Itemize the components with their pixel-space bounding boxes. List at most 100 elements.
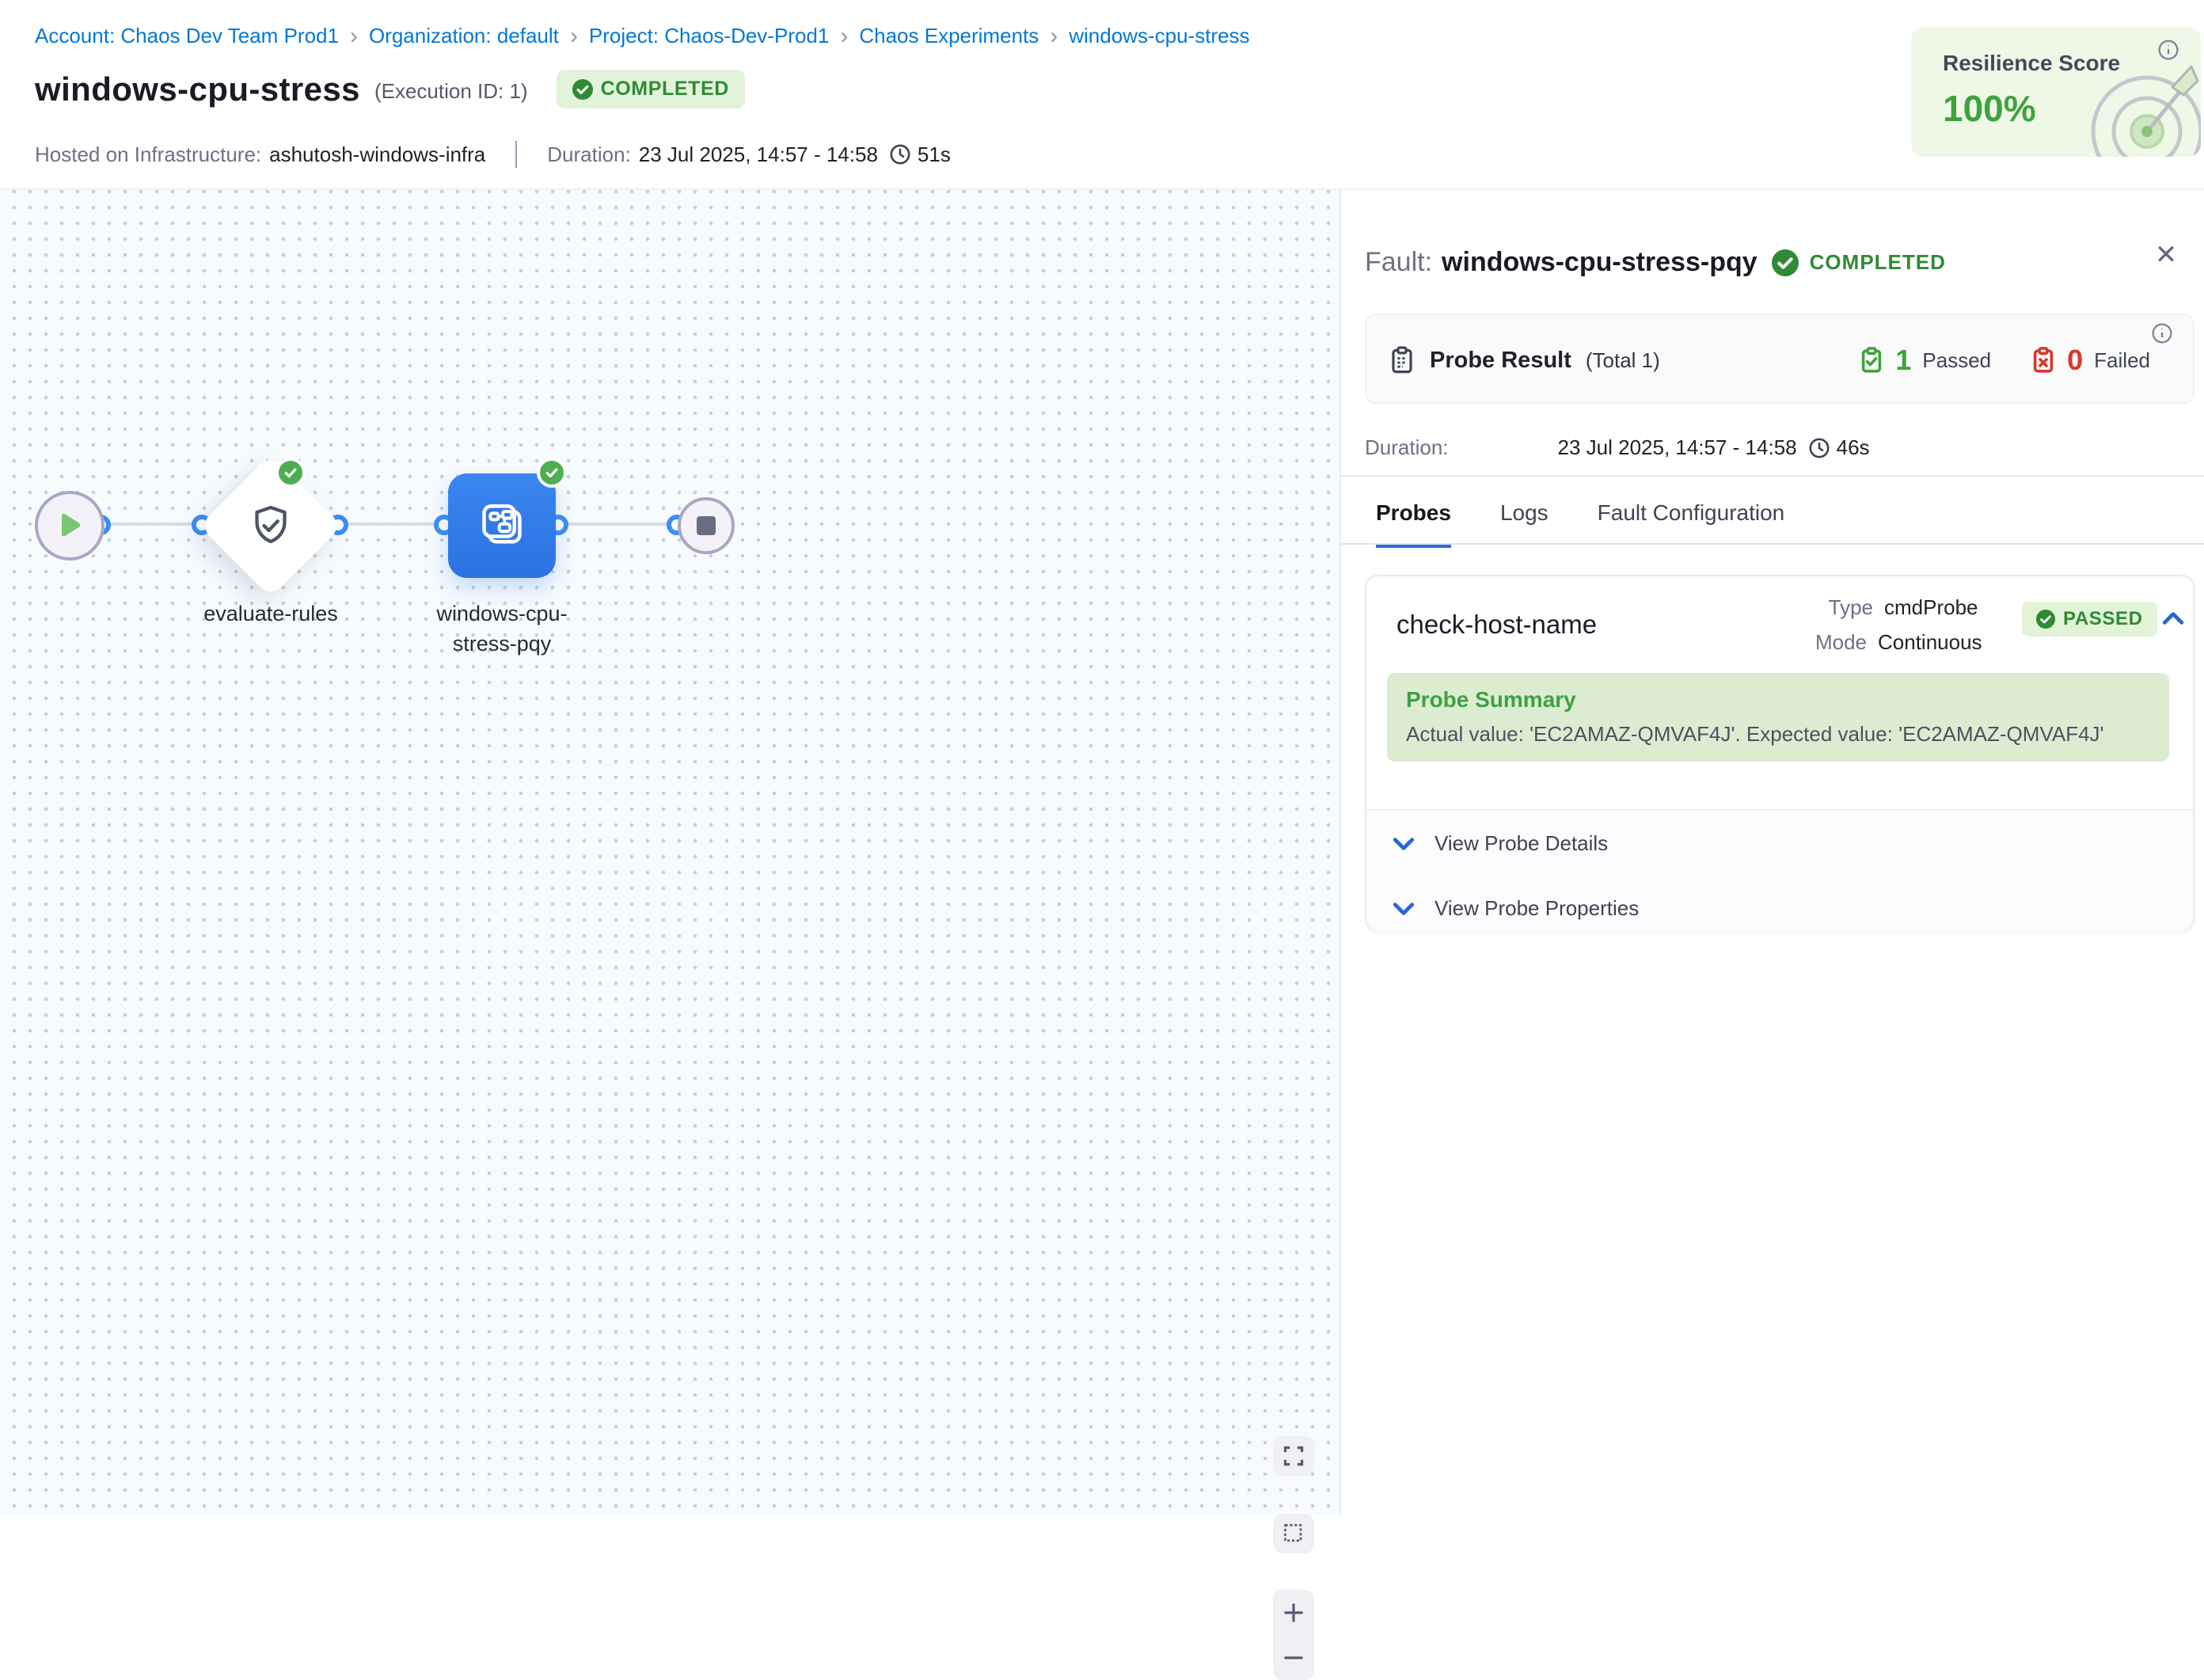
pipeline-edge bbox=[98, 523, 681, 526]
duration-value: 23 Jul 2025, 14:57 - 14:58 bbox=[1558, 435, 1797, 460]
breadcrumb-project[interactable]: Project: Chaos-Dev-Prod1 bbox=[589, 24, 829, 48]
zoom-out-button[interactable] bbox=[1273, 1635, 1314, 1680]
fullscreen-icon bbox=[1283, 1446, 1304, 1466]
execution-id: (Execution ID: 1) bbox=[374, 79, 528, 104]
start-node[interactable] bbox=[35, 491, 104, 561]
chevron-up-icon bbox=[2163, 611, 2183, 625]
failed-label: Failed bbox=[2094, 348, 2150, 373]
stop-icon bbox=[697, 516, 716, 535]
clock-icon bbox=[889, 143, 911, 165]
resilience-score-label: Resilience Score bbox=[1943, 51, 2120, 76]
experiment-icon bbox=[473, 497, 530, 554]
breadcrumb: Account: Chaos Dev Team Prod1 › Organiza… bbox=[35, 24, 1250, 48]
breadcrumb-organization[interactable]: Organization: default bbox=[369, 24, 559, 48]
probe-links-section: View Probe Details View Probe Properties bbox=[1366, 809, 2193, 931]
pipeline-canvas[interactable]: evaluate-rules windows-cpu- stress-pqy bbox=[0, 190, 1340, 1515]
divider bbox=[1341, 475, 2204, 477]
chevron-right-icon: › bbox=[570, 26, 578, 47]
play-icon bbox=[56, 511, 83, 540]
passed-label: Passed bbox=[1922, 348, 1991, 373]
resilience-score-card: Resilience Score 100% bbox=[1911, 27, 2201, 157]
probe-card-check-host-name: check-host-name Type cmdProbe Mode Conti… bbox=[1365, 575, 2194, 931]
clock-icon bbox=[1808, 437, 1830, 459]
resilience-score-value: 100% bbox=[1943, 87, 2036, 130]
probe-status-badge: PASSED bbox=[2022, 602, 2157, 637]
duration-value: 23 Jul 2025, 14:57 - 14:58 bbox=[639, 143, 878, 167]
probe-result-total: (Total 1) bbox=[1586, 348, 1660, 373]
fault-status-text: COMPLETED bbox=[1810, 250, 1946, 275]
chevron-right-icon: › bbox=[350, 26, 358, 47]
check-circle-icon bbox=[572, 79, 593, 100]
elapsed-time: 51s bbox=[918, 143, 951, 167]
view-probe-properties-label: View Probe Properties bbox=[1434, 896, 1639, 921]
fault-label: Fault: bbox=[1365, 247, 1432, 278]
success-check-badge bbox=[537, 458, 567, 488]
probe-result-title: Probe Result bbox=[1430, 348, 1571, 374]
view-probe-details-toggle[interactable]: View Probe Details bbox=[1393, 831, 1608, 856]
tab-fault-configuration[interactable]: Fault Configuration bbox=[1598, 500, 1785, 548]
duration-label: Duration: bbox=[1365, 435, 1449, 460]
node-label-line1: windows-cpu- bbox=[383, 599, 621, 629]
tab-logs[interactable]: Logs bbox=[1500, 500, 1548, 548]
elapsed-time: 46s bbox=[1837, 435, 1870, 460]
failed-count: 0 bbox=[2067, 344, 2083, 377]
probe-name: check-host-name bbox=[1396, 610, 1597, 640]
chevron-right-icon: › bbox=[1050, 26, 1058, 47]
end-node[interactable] bbox=[678, 497, 735, 554]
tabs-underline-rule bbox=[1341, 543, 2204, 545]
fault-header: Fault: windows-cpu-stress-pqy COMPLETED bbox=[1365, 247, 1946, 278]
marquee-select-icon bbox=[1283, 1523, 1304, 1544]
check-circle-icon bbox=[2036, 610, 2055, 629]
probe-result-summary-card: Probe Result (Total 1) 1 Passed 0 Failed bbox=[1365, 314, 2194, 404]
passed-count: 1 bbox=[1895, 344, 1911, 377]
chevron-right-icon: › bbox=[840, 26, 848, 47]
experiment-status-text: COMPLETED bbox=[601, 78, 729, 101]
probe-mode-label: Mode bbox=[1803, 630, 1867, 655]
node-label-line2: stress-pqy bbox=[383, 629, 621, 659]
page-title: windows-cpu-stress bbox=[35, 70, 360, 108]
info-icon[interactable] bbox=[2152, 323, 2172, 344]
view-probe-properties-toggle[interactable]: View Probe Properties bbox=[1393, 896, 1639, 921]
tab-probes[interactable]: Probes bbox=[1376, 500, 1451, 548]
hosted-label: Hosted on Infrastructure: bbox=[35, 143, 261, 167]
experiment-meta-row: Hosted on Infrastructure: ashutosh-windo… bbox=[35, 141, 951, 168]
collapse-probe-button[interactable] bbox=[2163, 611, 2183, 625]
node-label-evaluate-rules: evaluate-rules bbox=[152, 599, 390, 629]
experiment-status-badge: COMPLETED bbox=[557, 70, 745, 108]
success-check-badge bbox=[276, 458, 306, 488]
chevron-down-icon bbox=[1393, 902, 1414, 916]
page-header: Account: Chaos Dev Team Prod1 › Organiza… bbox=[0, 0, 2204, 190]
minus-icon bbox=[1283, 1648, 1304, 1668]
fault-name: windows-cpu-stress-pqy bbox=[1442, 247, 1758, 278]
rule-node-evaluate-rules[interactable] bbox=[199, 454, 342, 597]
fault-details-panel: Fault: windows-cpu-stress-pqy COMPLETED … bbox=[1340, 190, 2204, 1515]
breadcrumb-current[interactable]: windows-cpu-stress bbox=[1069, 24, 1249, 48]
fault-duration-row: Duration: 23 Jul 2025, 14:57 - 14:58 46s bbox=[1365, 435, 1870, 460]
breadcrumb-chaos-experiments[interactable]: Chaos Experiments bbox=[859, 24, 1039, 48]
duration-label: Duration: bbox=[547, 143, 631, 167]
chaos-experiment-execution-page: Account: Chaos Dev Team Prod1 › Organiza… bbox=[0, 0, 2204, 1515]
clipboard-check-icon bbox=[1859, 346, 1884, 374]
check-circle-icon bbox=[1772, 249, 1799, 276]
info-icon[interactable] bbox=[2158, 40, 2179, 60]
fullscreen-button[interactable] bbox=[1273, 1436, 1314, 1476]
clipboard-icon bbox=[1389, 346, 1416, 374]
chevron-down-icon bbox=[1393, 837, 1414, 851]
clipboard-x-icon bbox=[2031, 346, 2056, 374]
shield-check-icon bbox=[247, 502, 294, 549]
close-panel-button[interactable]: ✕ bbox=[2149, 238, 2183, 272]
probe-status-text: PASSED bbox=[2063, 608, 2143, 630]
plus-icon bbox=[1283, 1602, 1304, 1623]
selection-mode-button[interactable] bbox=[1273, 1514, 1314, 1553]
probe-summary-title: Probe Summary bbox=[1406, 687, 1576, 713]
breadcrumb-account[interactable]: Account: Chaos Dev Team Prod1 bbox=[35, 24, 339, 48]
probe-mode-value: Continuous bbox=[1878, 630, 1982, 655]
probe-type-label: Type bbox=[1810, 595, 1873, 620]
zoom-controls bbox=[1273, 1590, 1314, 1680]
divider bbox=[515, 141, 517, 168]
view-probe-details-label: View Probe Details bbox=[1434, 831, 1608, 856]
fault-node-windows-cpu-stress-pqy[interactable] bbox=[448, 473, 556, 578]
probe-type-value: cmdProbe bbox=[1884, 595, 1978, 620]
zoom-in-button[interactable] bbox=[1273, 1590, 1314, 1635]
probe-summary-box: Probe Summary Actual value: 'EC2AMAZ-QMV… bbox=[1387, 673, 2169, 762]
